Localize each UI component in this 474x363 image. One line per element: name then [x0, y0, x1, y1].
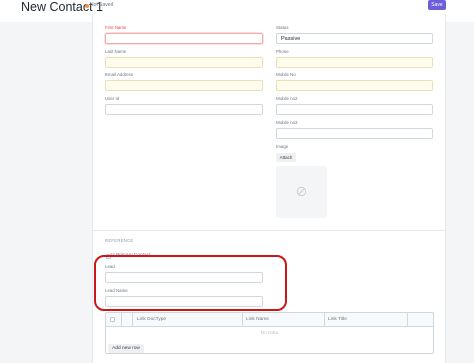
mobile-no2-label: Mobile no2: [276, 96, 298, 101]
phone-input[interactable]: [276, 57, 433, 68]
save-status-badge: Not Saved: [90, 2, 114, 8]
mobile-no2-input[interactable]: [276, 104, 433, 115]
column-separator: [407, 313, 408, 327]
column-separator: [132, 313, 133, 327]
unsaved-indicator-dot: [85, 4, 89, 8]
status-label: Status: [276, 25, 289, 30]
column-header-link-name: Link Name: [246, 317, 269, 322]
phone-label: Phone: [276, 49, 289, 54]
table-empty-state: No Data: [260, 331, 279, 336]
status-value: Passive: [281, 36, 301, 42]
reference-section-title: REFERENCE: [105, 238, 134, 243]
image-label: Image: [276, 144, 289, 149]
save-button[interactable]: Save: [428, 0, 446, 10]
column-separator: [324, 313, 325, 327]
mobile-no-label: Mobile No: [276, 72, 296, 77]
highlight-annotation: [94, 255, 287, 311]
select-all-checkbox[interactable]: [110, 317, 115, 322]
table-header: Link DocType Link Name Link Title: [106, 313, 433, 327]
add-new-row-button[interactable]: Add new row: [108, 344, 144, 353]
status-select[interactable]: Passive: [276, 33, 433, 44]
last-name-input[interactable]: [105, 57, 263, 68]
mobile-no3-label: Mobile no3: [276, 120, 298, 125]
first-name-label: First Name: [105, 25, 127, 30]
column-header-link-title: Link Title: [328, 317, 347, 322]
email-address-input[interactable]: [105, 80, 263, 91]
section-divider: [92, 230, 446, 231]
column-separator: [121, 313, 122, 327]
email-address-label: Email Address: [105, 72, 134, 77]
image-placeholder: [276, 166, 327, 218]
first-name-input[interactable]: [105, 33, 263, 44]
mobile-no-input[interactable]: [276, 80, 433, 91]
attach-button[interactable]: Attach: [276, 153, 296, 162]
user-id-input[interactable]: [105, 104, 263, 115]
links-table: Link DocType Link Name Link Title No Dat…: [105, 312, 434, 354]
last-name-label: Last Name: [105, 49, 127, 54]
column-separator: [242, 313, 243, 327]
no-image-icon: [296, 186, 307, 197]
column-header-link-doctype: Link DocType: [137, 317, 167, 322]
user-id-label: User Id: [105, 96, 120, 101]
mobile-no3-input[interactable]: [276, 128, 433, 139]
